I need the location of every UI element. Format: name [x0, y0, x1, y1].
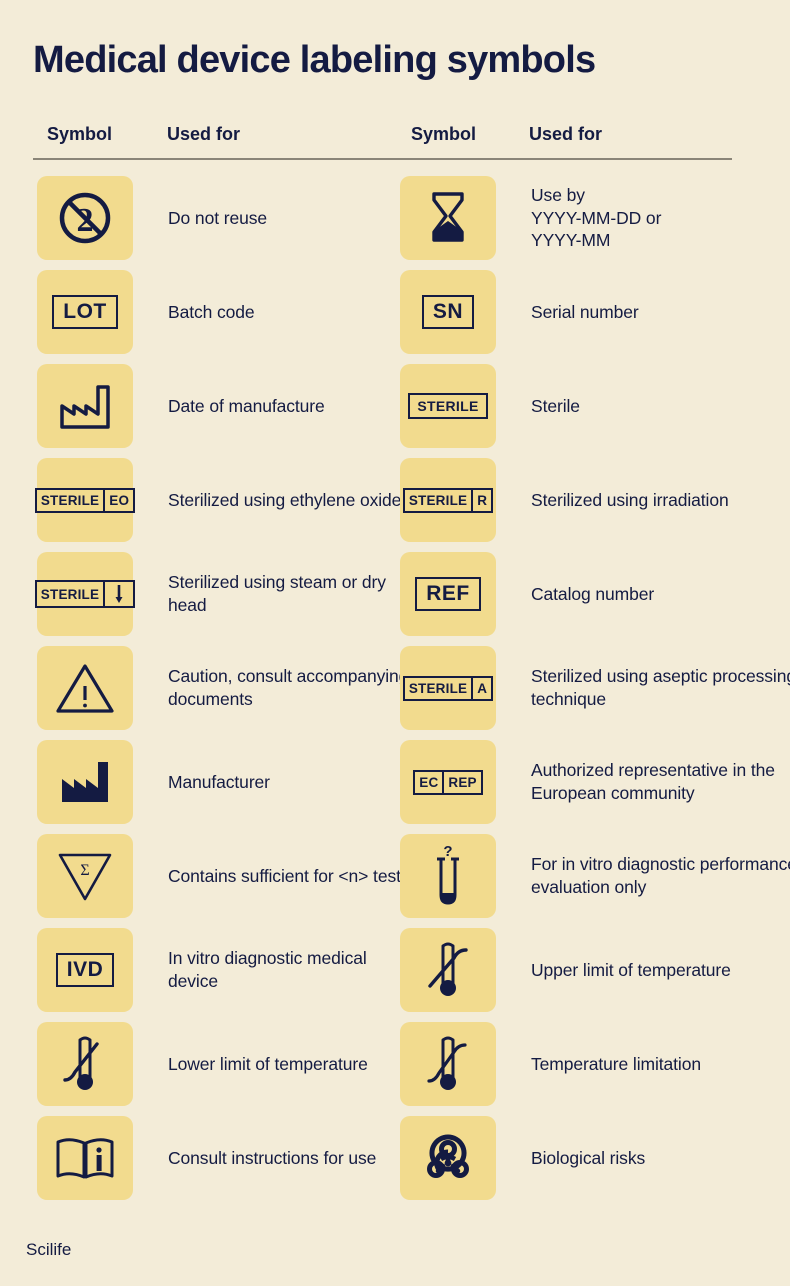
symbol-tile	[400, 928, 496, 1012]
header-usedfor-right: Used for	[529, 124, 603, 144]
infographic-page: Medical device labeling symbols Symbol U…	[0, 0, 790, 1286]
symbol-tile	[400, 646, 496, 730]
symbol-tile	[37, 176, 133, 260]
symbol-tile	[37, 552, 133, 636]
symbol-description: Do not reuse	[168, 207, 267, 228]
symbol-tile	[37, 364, 133, 448]
symbol-description: Biological risks	[531, 1147, 646, 1168]
symbol-tile	[400, 1116, 496, 1200]
header-usedfor-left: Used for	[167, 124, 241, 144]
symbol-tile	[37, 834, 133, 918]
symbol-tile	[400, 270, 496, 354]
brand-footer: Scilife	[26, 1240, 72, 1259]
symbol-tile	[37, 646, 133, 730]
symbol-tile	[37, 1022, 133, 1106]
header-symbol-left: Symbol	[47, 124, 113, 144]
symbol-description: Upper limit of temperature	[531, 959, 731, 980]
symbol-description: Manufacturer	[168, 771, 270, 792]
symbol-description: Consult instructions for use	[168, 1147, 377, 1168]
symbol-description: For in vitro diagnostic performance eval…	[531, 854, 790, 897]
symbol-description: Sterilized using aseptic processing tech…	[531, 666, 790, 709]
symbol-description: In vitro diagnostic medical device	[168, 948, 367, 991]
symbol-tile	[37, 270, 133, 354]
symbol-tile	[400, 552, 496, 636]
symbol-tile	[37, 928, 133, 1012]
symbol-description: Use by YYYY-MM-DD or YYYY-MM	[531, 184, 662, 251]
symbol-description: Sterilized using steam or dry head	[168, 572, 386, 615]
symbol-tile	[37, 740, 133, 824]
symbol-tile	[400, 458, 496, 542]
symbol-description: Date of manufacture	[168, 395, 325, 416]
header-symbol-right: Symbol	[411, 124, 477, 144]
symbol-description: Sterilized using irradiation	[531, 489, 729, 510]
symbol-tile	[37, 1116, 133, 1200]
symbol-description: Authorized representative in the Europea…	[531, 760, 775, 803]
symbol-description: Sterile	[531, 395, 580, 416]
symbol-tile	[400, 364, 496, 448]
symbol-tile	[400, 740, 496, 824]
symbol-description: Batch code	[168, 301, 255, 322]
symbol-description: Lower limit of temperature	[168, 1053, 368, 1074]
symbol-description: Sterilized using ethylene oxide	[168, 489, 402, 510]
symbol-description: Contains sufficient for <n> tests	[168, 865, 410, 886]
symbol-tile	[37, 458, 133, 542]
page-title: Medical device labeling symbols	[33, 39, 596, 81]
symbol-description: Caution, consult accompanying documents	[168, 666, 409, 709]
symbol-description: Catalog number	[531, 583, 655, 604]
symbol-description: Temperature limitation	[531, 1053, 701, 1074]
header-divider	[33, 158, 732, 160]
table-header-row: Symbol Used for Symbol Used for	[0, 124, 790, 154]
symbol-tile	[400, 1022, 496, 1106]
symbol-tile	[400, 834, 496, 918]
symbol-description: Serial number	[531, 301, 639, 322]
symbol-tile	[400, 176, 496, 260]
